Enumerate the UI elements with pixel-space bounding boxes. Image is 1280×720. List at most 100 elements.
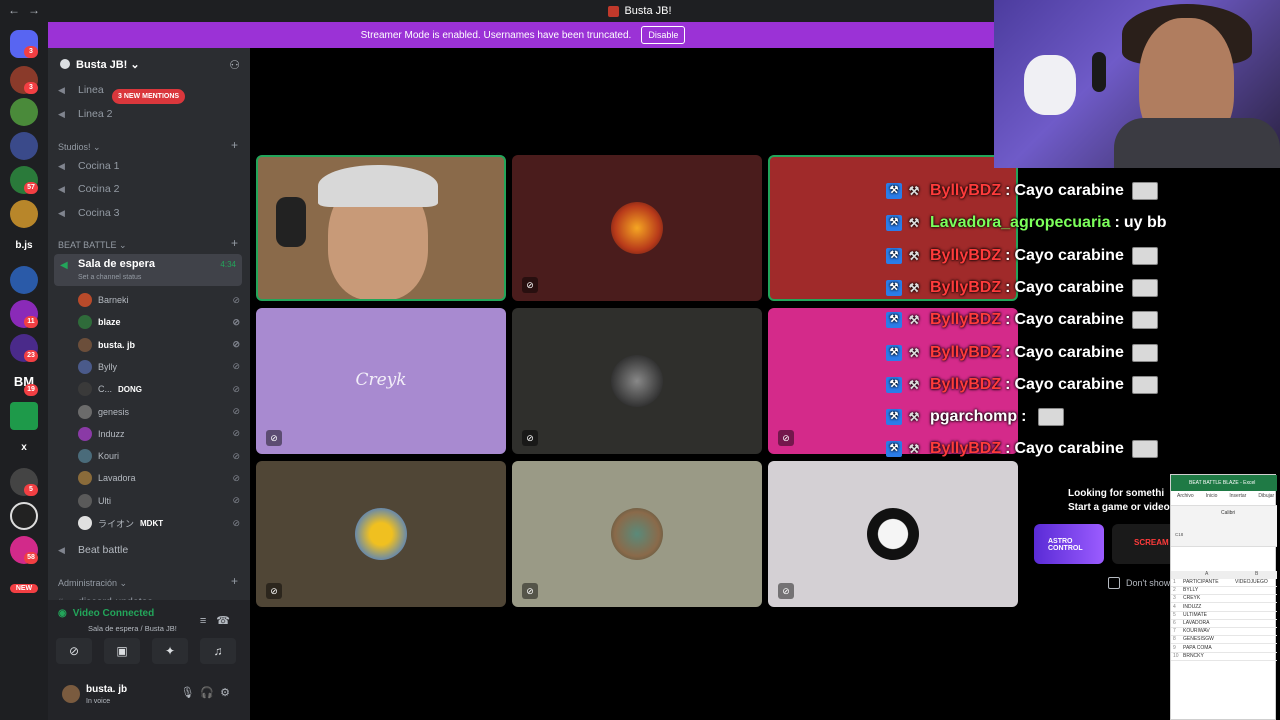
voice-user[interactable]: Kouri ⊘ <box>78 446 240 466</box>
channel-linea[interactable]: ◀ Linea <box>58 80 104 100</box>
server-name[interactable]: Busta JB! ⌄ <box>60 58 140 71</box>
category-beat-battle[interactable]: BEAT BATTLE ⌄ <box>58 240 127 251</box>
voice-user-name: Lavadora <box>98 473 136 484</box>
table-row[interactable]: 9 PAPA COMA <box>1171 645 1277 653</box>
avatar <box>611 202 663 254</box>
chat-separator: : <box>1114 214 1120 232</box>
camera-off-button[interactable]: ⊘ <box>56 638 92 664</box>
activity-card[interactable]: ASTRO CONTROL <box>1034 524 1104 564</box>
channel-cocina-2[interactable]: ◀ Cocina 2 <box>58 179 119 199</box>
channel-beat-battle[interactable]: ◀ Beat battle <box>58 540 128 560</box>
server-text-x[interactable]: x <box>0 442 48 453</box>
channel-sala-de-espera[interactable]: ◀ Sala de espera Set a channel status 4:… <box>54 254 242 286</box>
channel-cocina-1[interactable]: ◀ Cocina 1 <box>58 156 119 176</box>
new-badge: NEW <box>10 584 38 593</box>
table-cell: BYLLY <box>1183 587 1199 594</box>
voice-user[interactable]: genesis ⊘ <box>78 402 240 422</box>
server-icon[interactable] <box>10 132 38 160</box>
mute-icon: ⊘ <box>266 583 282 599</box>
channel-status[interactable]: Set a channel status <box>78 274 141 281</box>
spreadsheet-menu-item[interactable]: Inicio <box>1206 493 1218 499</box>
table-row[interactable]: 2 BYLLY <box>1171 587 1277 596</box>
table-cell: 10 <box>1173 652 1179 659</box>
disable-streamer-mode-button[interactable]: Disable <box>641 26 686 44</box>
mute-icon: ⊘ <box>232 495 240 506</box>
speaker-icon: ◀ <box>58 183 65 194</box>
server-icon[interactable] <box>10 502 38 530</box>
back-forward-icons[interactable]: ←→ <box>8 3 48 17</box>
video-tile-camera[interactable] <box>256 155 506 301</box>
table-cell: KOURIWAV <box>1183 628 1210 635</box>
chat-text: Cayo carabine <box>1014 343 1124 361</box>
voice-user[interactable]: Induzz ⊘ <box>78 424 240 444</box>
table-row[interactable]: 10 BRNCKY <box>1171 653 1277 661</box>
server-icon[interactable] <box>10 98 38 126</box>
mute-icon: ⊘ <box>232 316 240 327</box>
username[interactable]: busta. jb <box>86 684 127 695</box>
spreadsheet-menu-item[interactable]: Dibujar <box>1258 493 1274 499</box>
category-studios[interactable]: Studios! ⌄ <box>58 142 101 153</box>
voice-user-name: Ulti <box>98 495 111 506</box>
add-channel-icon[interactable]: + <box>231 236 238 250</box>
avatar <box>611 508 663 560</box>
video-tile[interactable]: ⊘ <box>768 461 1018 607</box>
avatar[interactable] <box>62 685 80 703</box>
activities-button[interactable]: ✦ <box>152 638 188 664</box>
table-row[interactable]: 1 PARTICIPANTE VIDEOJUEGO <box>1171 579 1277 587</box>
soundboard-button[interactable]: ♫ <box>200 638 236 664</box>
dont-show-checkbox[interactable] <box>1108 577 1120 589</box>
cell-reference[interactable]: C18 <box>1175 532 1183 537</box>
table-row[interactable]: 6 LAVADORA <box>1171 620 1277 628</box>
voice-user[interactable]: C... DONG ⊘ <box>78 379 240 399</box>
mute-icon: ⊘ <box>778 430 794 446</box>
server-icon[interactable] <box>10 402 38 430</box>
new-mentions-pill[interactable]: 3 NEW MENTIONS <box>112 89 186 104</box>
channel-name: Sala de espera <box>78 258 156 270</box>
table-row[interactable]: 8 GENESISGW <box>1171 636 1277 645</box>
voice-user[interactable]: Lavadora ⊘ <box>78 468 240 488</box>
add-channel-icon[interactable]: + <box>231 574 238 588</box>
voice-user[interactable]: Ulti ⊘ <box>78 491 240 511</box>
voice-user[interactable]: blaze ⊘ <box>78 312 240 332</box>
voice-user[interactable]: Bylly ⊘ <box>78 357 240 377</box>
channel-linea-2[interactable]: ◀ Linea 2 <box>58 104 112 124</box>
table-row[interactable]: 7 KOURIWAV <box>1171 628 1277 637</box>
voice-user-name: Bylly <box>98 361 118 372</box>
video-tile[interactable]: ⊘ <box>512 461 762 607</box>
deafen-icon: ⊘ <box>522 277 538 293</box>
chat-message: ⚒ ⚒ ByllyBDZ: Cayo carabine <box>884 338 1158 368</box>
chat-username: ByllyBDZ <box>930 311 1002 329</box>
table-cell: 9 <box>1173 644 1176 651</box>
table-cell: 1 <box>1173 579 1176 585</box>
category-administracion[interactable]: Administración ⌄ <box>58 578 127 589</box>
spreadsheet-menu-item[interactable]: Insertar <box>1229 493 1246 499</box>
video-tile[interactable]: ⊘ <box>256 461 506 607</box>
noise-disconnect-icons[interactable]: ≡☎ <box>200 614 240 627</box>
voice-user[interactable]: ライオン MDKT ⊘ <box>78 513 240 533</box>
video-tile[interactable]: ⊘ <box>512 308 762 454</box>
screen-share-button[interactable]: ▣ <box>104 638 140 664</box>
emote-icon <box>1131 246 1158 265</box>
channel-cocina-3[interactable]: ◀ Cocina 3 <box>58 203 119 223</box>
server-icon[interactable] <box>10 200 38 228</box>
table-row[interactable]: 5 ULTIMATE <box>1171 612 1277 620</box>
mute-icon: ⊘ <box>232 406 240 416</box>
moderator-badge-icon: ⚒ <box>886 215 902 232</box>
table-row[interactable]: 3 CREYK <box>1171 595 1277 604</box>
mic-headset-settings-icons[interactable]: 🎙🎧⚙ <box>180 686 236 699</box>
avatar <box>78 426 92 441</box>
add-channel-icon[interactable]: + <box>231 138 238 152</box>
user-tag: MDKT <box>140 518 164 528</box>
server-text-bjs[interactable]: b.js <box>0 240 48 251</box>
voice-user[interactable]: busta. jb ⊘ <box>78 335 240 355</box>
font-name[interactable]: Calibri <box>1221 510 1235 516</box>
server-icon[interactable] <box>10 266 38 294</box>
invite-people-icon[interactable]: ⚇ <box>229 58 240 72</box>
voice-user[interactable]: Barneki ⊘ <box>78 290 240 310</box>
voice-channel-path[interactable]: Sala de espera / Busta JB! <box>88 624 177 633</box>
spreadsheet-menu-item[interactable]: Archivo <box>1177 493 1194 499</box>
video-tile[interactable]: ⊘ <box>512 155 762 301</box>
table-row[interactable]: 4 INDUZZ <box>1171 604 1277 612</box>
video-tile-creyk[interactable]: Creyk ⊘ <box>256 308 506 454</box>
emote-icon <box>1131 278 1158 297</box>
